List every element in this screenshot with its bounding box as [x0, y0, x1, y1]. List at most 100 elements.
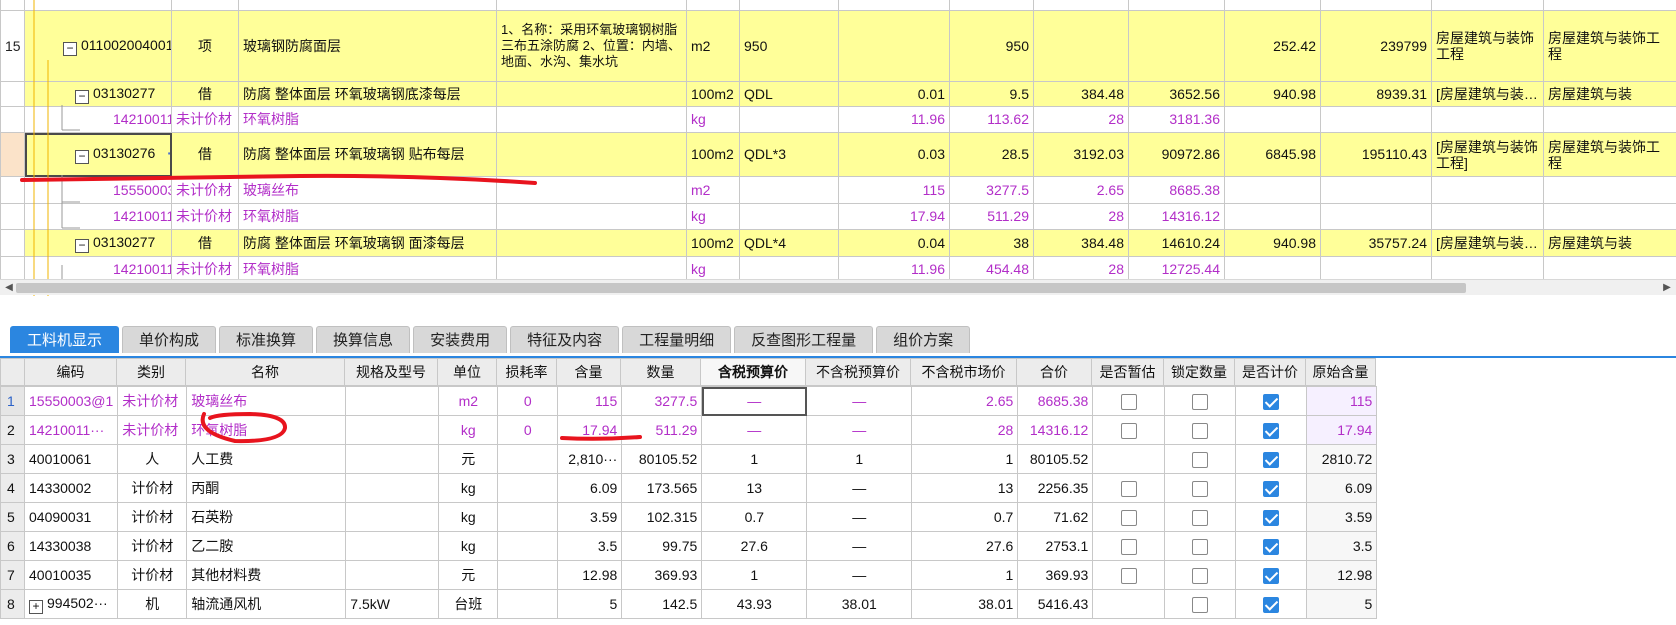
table-row[interactable]: 2 14210011··· 未计价材 环氧树脂 kg 0 17.94 511.29— —28 14… [0, 415, 1378, 445]
loss-rate-cell[interactable] [497, 502, 559, 532]
horizontal-scrollbar[interactable]: ◀ ▶ [0, 279, 1676, 295]
tab-pricing-scheme[interactable]: 组价方案 [876, 326, 971, 353]
spec-cell[interactable] [345, 386, 440, 416]
content-cell[interactable]: 5 [557, 589, 623, 619]
more-button[interactable]: ··· [167, 145, 170, 161]
header-tax-budget-price[interactable]: 含税预算价 [700, 358, 806, 386]
code-cell[interactable]: +994502··· [23, 589, 119, 619]
loss-rate-cell[interactable] [497, 560, 559, 590]
header-content[interactable]: 含量 [556, 358, 621, 386]
tax-budget-price-cell[interactable]: 0.7 [701, 502, 808, 532]
scrollbar-thumb[interactable] [16, 283, 1466, 293]
table-row[interactable]: 15550003@1 未计价材 玻璃丝布 m2 115 3277.5 2.65 … [0, 176, 1676, 204]
header-total[interactable]: 合价 [1016, 358, 1092, 386]
scroll-left-icon[interactable]: ◀ [2, 281, 16, 295]
tab-installation-cost[interactable]: 安装费用 [413, 326, 508, 353]
is-estimate-checkbox[interactable] [1120, 509, 1137, 526]
lock-quantity-checkbox[interactable] [1192, 567, 1209, 584]
code-cell[interactable]: 14330038 [23, 531, 119, 561]
spec-cell[interactable] [345, 502, 440, 532]
is-priced-checkbox[interactable] [1263, 451, 1280, 468]
is-estimate-checkbox[interactable] [1120, 480, 1137, 497]
lock-quantity-checkbox[interactable] [1192, 538, 1209, 555]
tab-standard-conversion[interactable]: 标准换算 [219, 326, 314, 353]
loss-rate-cell[interactable]: 0 [497, 386, 559, 416]
notax-market-price-cell[interactable]: 2.65 [911, 386, 1019, 416]
header-notax-market-price[interactable]: 不含税市场价 [910, 358, 1017, 386]
table-row[interactable]: 3 40010061 人人工费元 2,810··· 80105.52 1 1 1 80105.5… [0, 444, 1378, 474]
tax-budget-price-cell[interactable]: 1 [701, 560, 808, 590]
table-row[interactable]: 6 14330038 计价材 乙二胺 kg 3.5 99.75 27.6—27.6 2753.1… [0, 531, 1378, 561]
loss-rate-cell[interactable] [497, 473, 559, 503]
notax-market-price-cell[interactable]: 1 [911, 560, 1019, 590]
header-category[interactable]: 类别 [116, 358, 186, 386]
is-estimate-checkbox[interactable] [1120, 422, 1137, 439]
header-original-content[interactable]: 原始含量 [1305, 358, 1376, 386]
lock-quantity-checkbox[interactable] [1192, 422, 1209, 439]
notax-market-price-cell[interactable]: 38.01 [911, 589, 1019, 619]
scroll-right-icon[interactable]: ▶ [1660, 281, 1674, 295]
header-unit[interactable]: 单位 [437, 358, 497, 386]
tab-conversion-info[interactable]: 换算信息 [316, 326, 411, 353]
resource-grid[interactable]: 编码 类别 名称 规格及型号 单位 损耗率 含量 数量 含税预算价 不含税预算价… [0, 358, 1378, 619]
tax-budget-price-cell[interactable]: 1 [701, 444, 808, 474]
notax-market-price-cell[interactable]: 27.6 [911, 531, 1019, 561]
expand-icon[interactable]: + [29, 599, 43, 614]
loss-rate-cell[interactable] [497, 531, 559, 561]
tax-budget-price-cell[interactable]: 43.93 [701, 589, 808, 619]
table-row[interactable]: −03130277 借 防腐 整体面层 环氧玻璃钢 面漆每层 100m2 QDL… [0, 229, 1676, 257]
content-cell[interactable]: 2,810··· [557, 444, 623, 474]
is-estimate-checkbox[interactable] [1120, 567, 1137, 584]
header-lock-quantity[interactable]: 锁定数量 [1163, 358, 1235, 386]
header-is-priced[interactable]: 是否计价 [1234, 358, 1306, 386]
loss-rate-cell[interactable]: 0 [497, 415, 559, 445]
content-cell[interactable]: 17.94 [557, 415, 623, 445]
quantity-cell[interactable]: 369.93 [621, 560, 703, 590]
tab-unit-price-composition[interactable]: 单价构成 [122, 326, 217, 353]
name-cell[interactable]: 轴流通风机 [186, 589, 347, 619]
table-row[interactable]: 5 04090031 计价材 石英粉 kg 3.59 102.315 0.7—0.7 71.62… [0, 502, 1378, 532]
content-cell[interactable]: 12.98 [557, 560, 623, 590]
quantity-cell[interactable]: 511.29 [621, 415, 703, 445]
header-notax-budget-price[interactable]: 不含税预算价 [805, 358, 911, 386]
code-cell[interactable]: 40010035 [23, 560, 119, 590]
spec-cell[interactable] [345, 444, 440, 474]
quantity-cell[interactable]: 102.315 [621, 502, 703, 532]
name-cell[interactable]: 环氧树脂 [186, 415, 347, 445]
is-priced-checkbox[interactable] [1263, 393, 1280, 410]
table-row[interactable]: 8 +994502··· 机轴流通风机 7.5kW 台班 5 142.5 43.93 38.01… [0, 589, 1378, 619]
is-priced-checkbox[interactable] [1263, 596, 1280, 613]
code-cell[interactable]: 40010061 [23, 444, 119, 474]
content-cell[interactable]: 115 [557, 386, 623, 416]
is-priced-checkbox[interactable] [1263, 567, 1280, 584]
lock-quantity-checkbox[interactable] [1192, 596, 1209, 613]
table-row[interactable] [0, 0, 1676, 11]
header-quantity[interactable]: 数量 [620, 358, 701, 386]
tax-budget-price-cell[interactable]: — [701, 415, 808, 445]
lock-quantity-checkbox[interactable] [1192, 509, 1209, 526]
name-cell[interactable]: 玻璃丝布 [186, 386, 347, 416]
code-cell[interactable]: 14330002 [23, 473, 119, 503]
lock-quantity-checkbox[interactable] [1192, 480, 1209, 497]
name-cell[interactable]: 其他材料费 [186, 560, 347, 590]
name-cell[interactable]: 乙二胺 [186, 531, 347, 561]
content-cell[interactable]: 6.09 [557, 473, 623, 503]
notax-market-price-cell[interactable]: 0.7 [911, 502, 1019, 532]
quantity-cell[interactable]: 142.5 [621, 589, 703, 619]
lock-quantity-checkbox[interactable] [1192, 451, 1209, 468]
spec-cell[interactable] [345, 415, 440, 445]
header-is-estimate[interactable]: 是否暂估 [1091, 358, 1164, 386]
table-row[interactable]: 14210011 @1 未计价材 环氧树脂 kg 17.94 511.29 28… [0, 203, 1676, 230]
header-spec[interactable]: 规格及型号 [344, 358, 438, 386]
header-name[interactable]: 名称 [185, 358, 345, 386]
code-cell[interactable]: 15550003@1 [23, 386, 119, 416]
notax-market-price-cell[interactable]: 1 [911, 444, 1019, 474]
loss-rate-cell[interactable] [497, 589, 559, 619]
spec-cell[interactable] [345, 531, 440, 561]
is-priced-checkbox[interactable] [1263, 422, 1280, 439]
tax-budget-price-cell[interactable]: 13 [701, 473, 808, 503]
table-row[interactable]: 1 15550003@1 未计价材 玻璃丝布 m2 0 115 3277.5— —2.65 868… [0, 386, 1378, 416]
table-row[interactable]: 15 −011002004001 项 玻璃钢防腐面层 1、名称：采用环氧玻璃钢树… [0, 10, 1676, 82]
quantity-cell[interactable]: 80105.52 [621, 444, 703, 474]
tab-quantity-details[interactable]: 工程量明细 [622, 326, 732, 353]
